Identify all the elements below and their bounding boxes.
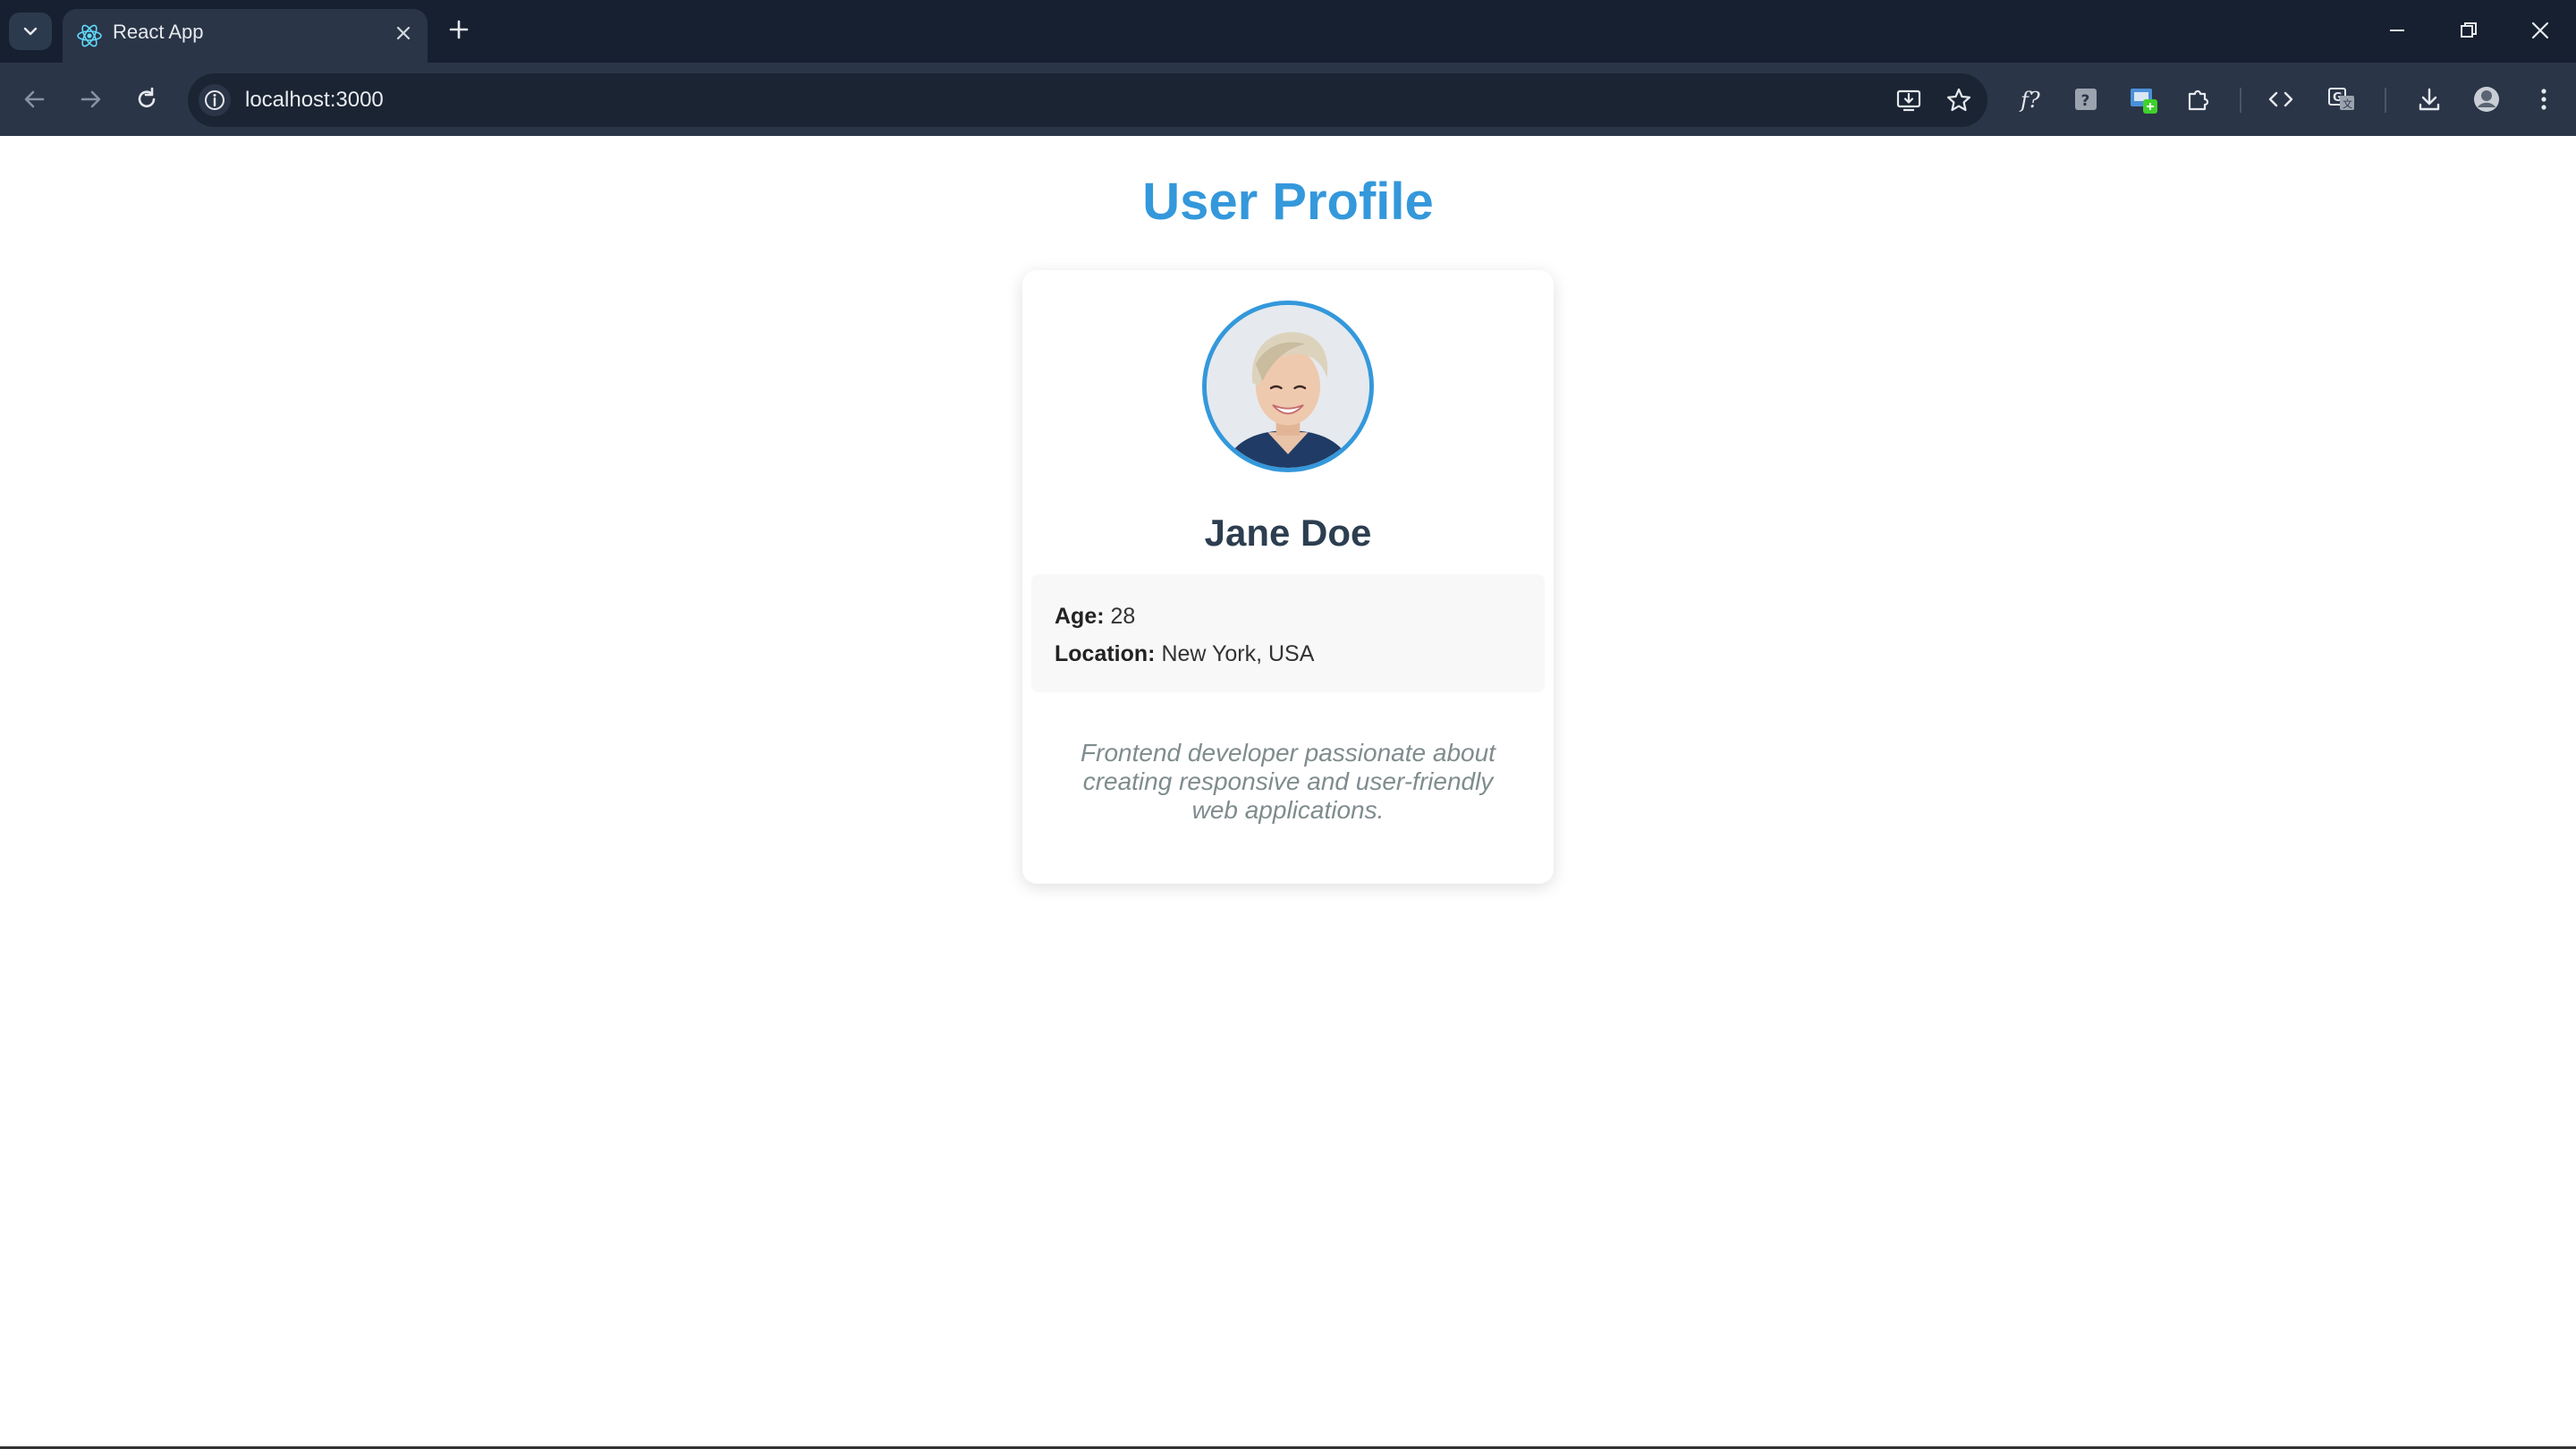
detail-location-label: Location: bbox=[1055, 641, 1156, 666]
color-extension-icon[interactable] bbox=[2125, 81, 2161, 117]
puzzle-extensions-icon[interactable] bbox=[2181, 81, 2216, 117]
address-bar[interactable]: localhost:3000 bbox=[188, 73, 1987, 127]
code-devtools-icon[interactable] bbox=[2263, 81, 2299, 117]
help-extension-icon[interactable]: ? bbox=[2068, 81, 2104, 117]
profile-bio: Frontend developer passionate about crea… bbox=[1080, 739, 1496, 824]
profile-name: Jane Doe bbox=[1204, 512, 1372, 554]
profile-avatar-icon[interactable] bbox=[2469, 81, 2504, 117]
browser-tab-active[interactable]: React App bbox=[63, 9, 428, 63]
detail-age-label: Age: bbox=[1055, 604, 1105, 629]
new-tab-plus-icon[interactable] bbox=[444, 14, 474, 45]
detail-location-value: New York, USA bbox=[1161, 641, 1315, 666]
kebab-menu-icon[interactable] bbox=[2526, 81, 2562, 117]
minimize-icon[interactable] bbox=[2379, 13, 2415, 48]
reload-icon[interactable] bbox=[128, 80, 165, 118]
toolbar-divider bbox=[2240, 88, 2241, 113]
svg-text:?: ? bbox=[2081, 92, 2090, 110]
tab-search-button[interactable] bbox=[9, 13, 52, 50]
close-window-icon[interactable] bbox=[2522, 13, 2558, 48]
profile-details: Age: 28 Location: New York, USA bbox=[1031, 574, 1545, 692]
profile-card: Jane Doe Age: 28 Location: New York, USA… bbox=[1022, 270, 1554, 884]
svg-text:f?: f? bbox=[2019, 88, 2040, 113]
toolbar-divider bbox=[2385, 88, 2386, 113]
svg-text:文: 文 bbox=[2343, 97, 2352, 110]
page-title: User Profile bbox=[1142, 173, 1434, 231]
react-icon bbox=[77, 24, 102, 47]
profile-photo bbox=[1207, 305, 1369, 468]
detail-age-value: 28 bbox=[1110, 604, 1136, 629]
page-viewport: User Profile Jane Doe Age: 28 Location: … bbox=[0, 136, 2576, 1449]
formula-extension-icon[interactable]: f? bbox=[2012, 81, 2048, 117]
back-arrow-icon[interactable] bbox=[16, 80, 54, 118]
chevron-down-icon bbox=[23, 27, 38, 36]
info-icon bbox=[205, 90, 225, 110]
detail-location: Location: New York, USA bbox=[1055, 635, 1521, 673]
detail-age: Age: 28 bbox=[1055, 597, 1521, 635]
translate-icon[interactable]: G 文 bbox=[2324, 81, 2360, 117]
profile-avatar bbox=[1202, 301, 1374, 472]
browser-toolbar: localhost:3000 f? ? G 文 bbox=[0, 63, 2576, 136]
bookmark-star-icon[interactable] bbox=[1941, 82, 1977, 118]
download-icon[interactable] bbox=[2411, 81, 2447, 117]
browser-tab-bar: React App bbox=[0, 0, 2576, 63]
site-info-button[interactable] bbox=[199, 84, 231, 116]
restore-icon[interactable] bbox=[2451, 13, 2487, 48]
forward-arrow-icon[interactable] bbox=[72, 80, 109, 118]
install-app-icon[interactable] bbox=[1891, 82, 1927, 118]
tab-title: React App bbox=[113, 21, 204, 43]
url-text: localhost:3000 bbox=[245, 88, 384, 112]
tab-close-icon[interactable] bbox=[390, 20, 417, 47]
